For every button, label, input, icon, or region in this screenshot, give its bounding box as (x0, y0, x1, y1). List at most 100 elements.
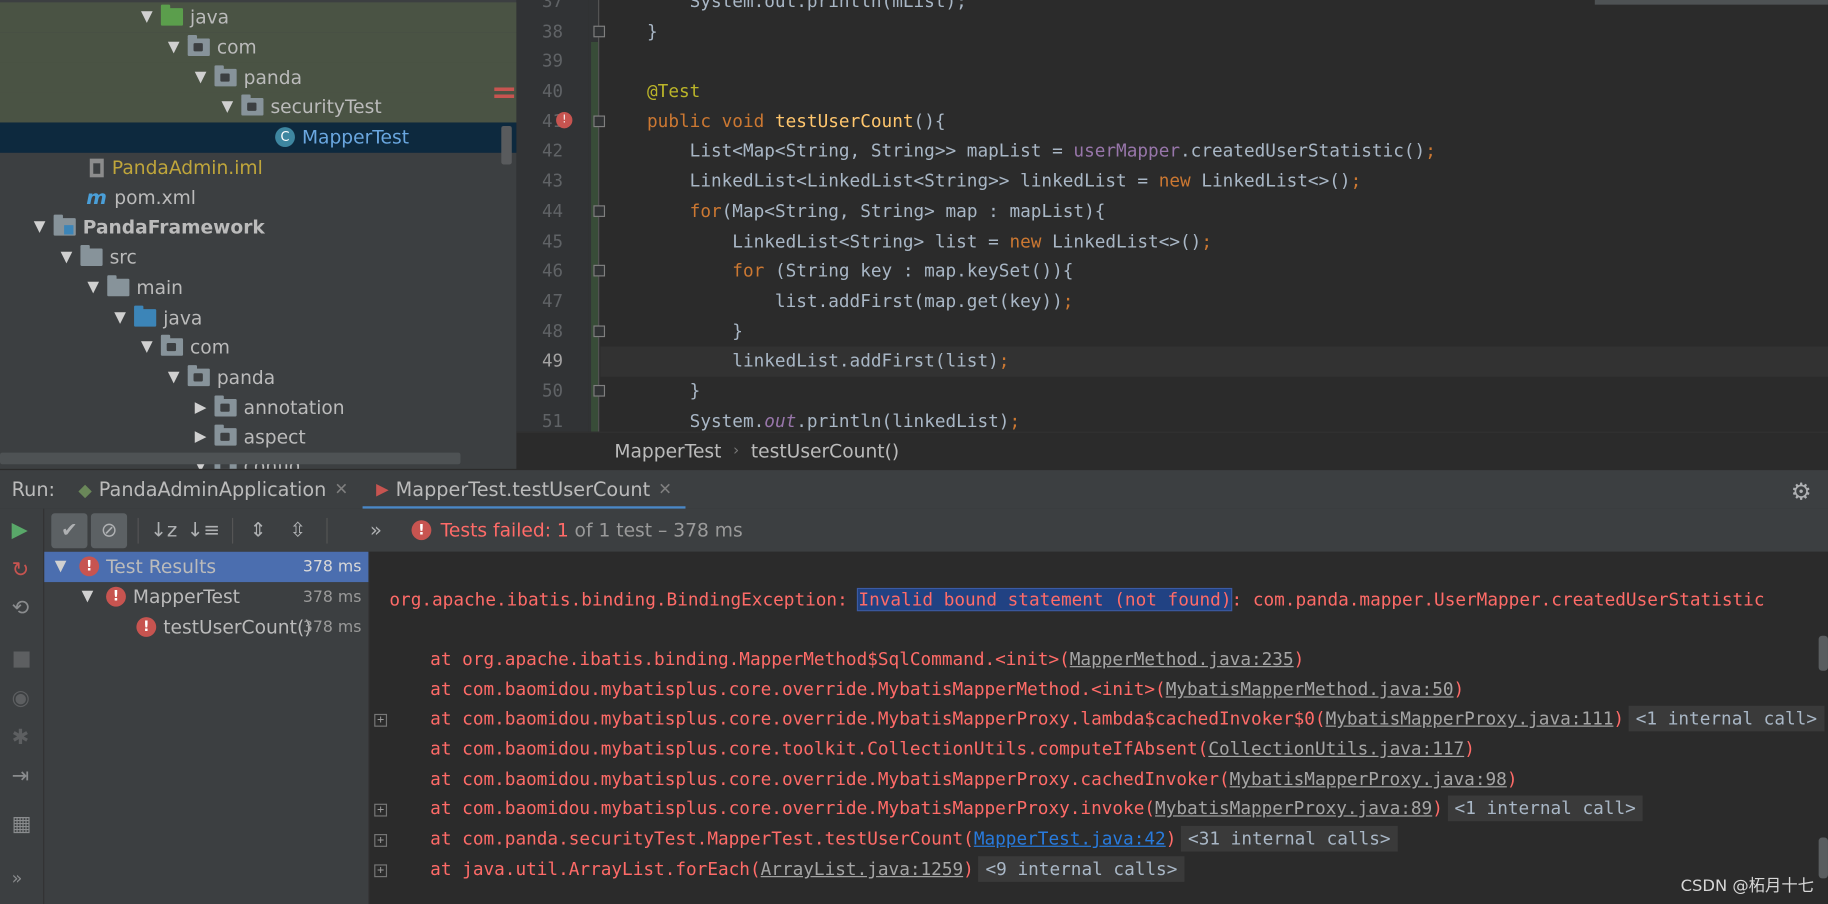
run-test-failed-icon[interactable]: ! (556, 111, 573, 129)
more-button[interactable]: » (358, 513, 394, 548)
tree-item-mappertest[interactable]: C MapperTest (0, 122, 517, 153)
breadcrumb-class[interactable]: MapperTest (614, 440, 721, 462)
tree-item-panda[interactable]: ▼ panda (0, 62, 517, 93)
expand-arrow-icon[interactable]: ▼ (138, 339, 157, 356)
more-icon[interactable]: » (12, 868, 23, 889)
status-suffix: of 1 test – 378 ms (574, 519, 743, 542)
collapse-arrow-icon[interactable]: ▶ (191, 399, 210, 416)
tree-item-java[interactable]: ▼ java (0, 2, 517, 33)
exception-class: org.apache.ibatis.binding.BindingExcepti… (389, 589, 859, 611)
result-label: testUserCount() (163, 616, 312, 639)
expand-arrow-icon[interactable]: ▼ (78, 588, 97, 605)
expand-plus-icon[interactable]: + (374, 864, 388, 878)
source-link[interactable]: MapperTest.java:42 (974, 828, 1166, 849)
tree-item-pom-xml[interactable]: m pom.xml (0, 183, 516, 213)
stack-paren: ) (1432, 797, 1443, 819)
show-passed-button[interactable]: ✔ (51, 512, 88, 548)
layout-icon[interactable]: ▦ (12, 812, 32, 836)
console-scrollbar[interactable] (1818, 635, 1828, 671)
expand-all-button[interactable]: ⇕ (240, 513, 276, 548)
expand-arrow-icon[interactable]: ▼ (191, 69, 210, 86)
source-link[interactable]: MybatisMapperProxy.java:111 (1326, 708, 1614, 729)
tab-mappertest-testusercount[interactable]: ▶ MapperTest.testUserCount ✕ (362, 470, 686, 510)
debug-icon[interactable]: ✱ (12, 726, 30, 750)
close-icon[interactable]: ✕ (658, 480, 672, 499)
tree-item-main[interactable]: ▼ main (0, 273, 516, 303)
rerun-failed-icon[interactable]: ↻ (12, 558, 30, 582)
internal-calls-badge[interactable]: <31 internal calls> (1181, 825, 1398, 852)
expand-arrow-icon[interactable]: ▼ (84, 279, 103, 296)
internal-calls-badge[interactable]: <9 internal calls> (978, 856, 1185, 882)
fold-marker-icon[interactable] (593, 264, 606, 277)
sort-duration-button[interactable]: ↓≡ (185, 513, 221, 548)
internal-calls-badge[interactable]: <1 internal call> (1628, 705, 1824, 732)
tree-horizontal-scrollbar[interactable] (0, 452, 461, 465)
editor-scrollbar[interactable] (1594, 0, 1828, 5)
expand-arrow-icon[interactable]: ▼ (51, 558, 70, 575)
tree-item-java-src[interactable]: ▼ java (0, 303, 516, 333)
fold-marker-icon[interactable] (593, 384, 606, 397)
source-link[interactable]: MybatisMapperProxy.java:98 (1230, 769, 1507, 790)
console-scrollbar-thumb[interactable] (1818, 837, 1828, 879)
breadcrumb-method[interactable]: testUserCount() (751, 440, 899, 462)
expand-arrow-icon[interactable]: ▼ (138, 9, 157, 26)
rerun-icon[interactable]: ▶ (12, 518, 28, 542)
expand-arrow-icon[interactable]: ▼ (30, 219, 49, 236)
source-link[interactable]: ArrayList.java:1259 (761, 859, 964, 880)
selected-text[interactable]: Invalid bound statement (not found) (857, 587, 1233, 612)
line-number: 45 (542, 230, 564, 252)
camera-icon[interactable]: ◉ (12, 686, 30, 710)
stack-line: at org.apache.ibatis.binding.MapperMetho… (430, 645, 1304, 675)
code-line: linkedList.addFirst(list); (647, 349, 1010, 371)
source-link[interactable]: MapperMethod.java:235 (1070, 649, 1294, 670)
expand-plus-icon[interactable]: + (374, 803, 388, 817)
tree-item-com[interactable]: ▼ com (0, 32, 517, 63)
gear-icon[interactable]: ⚙ (1791, 477, 1812, 505)
sort-alpha-button[interactable]: ↓z (146, 513, 182, 548)
expand-arrow-icon[interactable]: ▼ (164, 369, 183, 386)
source-link[interactable]: CollectionUtils.java:117 (1208, 738, 1464, 759)
code-line: } (647, 20, 658, 42)
source-link[interactable]: MybatisMapperProxy.java:89 (1155, 798, 1432, 819)
test-failed-icon: ▶ (376, 480, 389, 499)
tree-item-pandaadmin-iml[interactable]: PandaAdmin.iml (0, 153, 516, 183)
collapse-arrow-icon[interactable]: ▶ (191, 429, 210, 446)
fold-marker-icon[interactable] (593, 205, 606, 217)
internal-calls-badge[interactable]: <1 internal call> (1447, 795, 1643, 822)
code-editor[interactable]: 37 38 39 40 41 42 43 44 45 46 47 48 49 5… (516, 0, 1828, 432)
exit-icon[interactable]: ⇥ (12, 764, 30, 788)
expand-plus-icon[interactable]: + (374, 834, 388, 847)
tree-item-com[interactable]: ▼ com (0, 332, 516, 362)
watermark: CSDN @柘月十七 (1680, 877, 1814, 896)
show-ignored-button[interactable]: ⊘ (90, 512, 128, 548)
result-testusercount[interactable]: ! testUserCount() 378 ms (44, 612, 368, 642)
tree-item-aspect[interactable]: ▶ aspect (0, 422, 516, 452)
expand-plus-icon[interactable]: + (374, 713, 388, 727)
result-test-results[interactable]: ▼ ! Test Results 378 ms (44, 551, 369, 582)
collapse-all-button[interactable]: ⇳ (280, 513, 316, 548)
expand-arrow-icon[interactable]: ▼ (218, 98, 237, 115)
tree-item-annotation[interactable]: ▶ annotation (0, 393, 516, 423)
tree-item-securitytest[interactable]: ▼ securityTest (0, 92, 517, 123)
source-link[interactable]: MybatisMapperMethod.java:50 (1166, 679, 1454, 700)
tree-item-pandaframework[interactable]: ▼ PandaFramework (0, 212, 516, 242)
toolbar-divider (326, 517, 328, 544)
expand-arrow-icon[interactable]: ▼ (164, 39, 183, 56)
code-line: } (647, 380, 701, 402)
tab-pandaadminapplication[interactable]: ◆ PandaAdminApplication ✕ (64, 470, 362, 510)
console-output[interactable]: org.apache.ibatis.binding.BindingExcepti… (369, 551, 1828, 904)
fold-marker-icon[interactable] (593, 25, 606, 38)
tree-scrollbar[interactable] (501, 125, 512, 165)
toggle-auto-test-icon[interactable]: ⟲ (12, 596, 30, 620)
expand-arrow-icon[interactable]: ▼ (57, 249, 76, 266)
fold-marker-icon[interactable] (593, 115, 606, 128)
tree-item-panda[interactable]: ▼ panda (0, 363, 516, 393)
close-icon[interactable]: ✕ (334, 480, 348, 499)
line-number-current: 49 (542, 349, 564, 371)
result-time: 378 ms (302, 587, 362, 607)
tree-item-src[interactable]: ▼ src (0, 243, 516, 273)
stop-icon[interactable]: ■ (12, 646, 32, 670)
expand-arrow-icon[interactable]: ▼ (111, 310, 130, 327)
fold-marker-icon[interactable] (593, 325, 606, 338)
result-mappertest[interactable]: ▼ ! MapperTest 378 ms (44, 582, 368, 612)
